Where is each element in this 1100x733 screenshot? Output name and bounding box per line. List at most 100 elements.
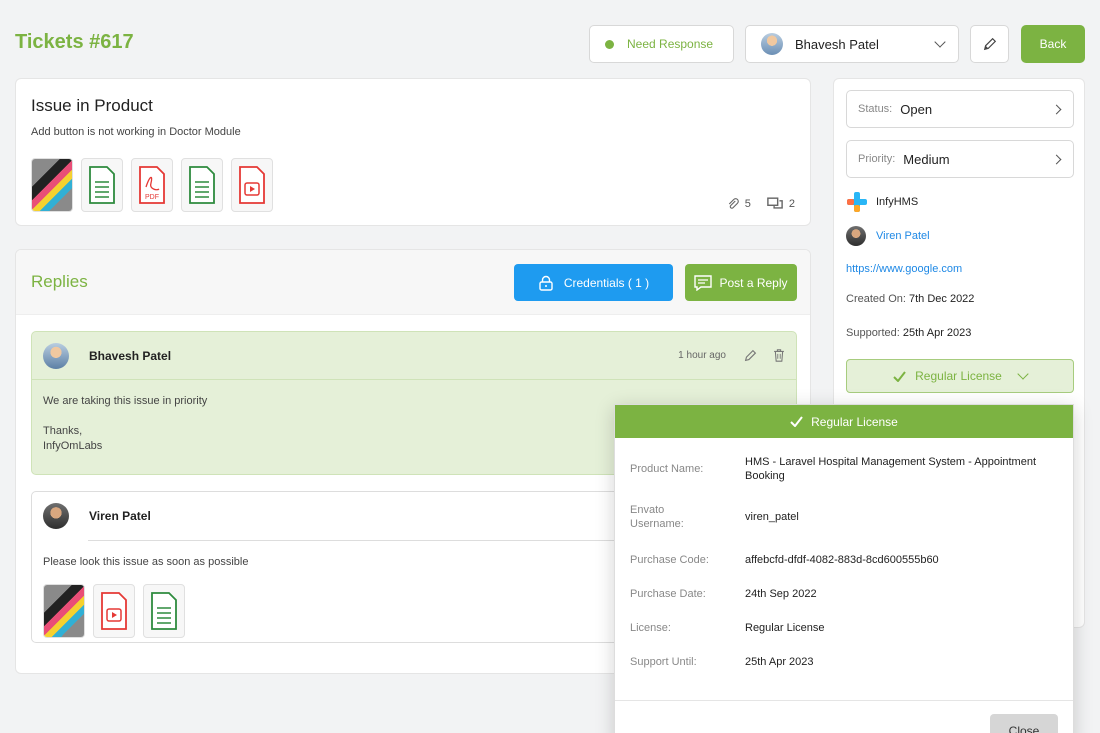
license-value: Regular License bbox=[745, 622, 825, 634]
created-label: Created On: bbox=[846, 293, 906, 305]
supported-label: Supported: bbox=[846, 327, 900, 339]
chevron-down-icon bbox=[1017, 368, 1029, 380]
status-label: Status: bbox=[858, 103, 893, 115]
page-title: Tickets #617 bbox=[15, 31, 134, 53]
avatar bbox=[846, 226, 866, 246]
close-button[interactable]: Close bbox=[990, 714, 1058, 733]
document-icon bbox=[151, 592, 177, 630]
attachment-count: 5 bbox=[744, 197, 751, 210]
attachment-video[interactable] bbox=[231, 158, 273, 212]
need-response-label: Need Response bbox=[627, 37, 714, 51]
license-value: affebcfd-dfdf-4082-883d-8cd600555b60 bbox=[745, 554, 939, 566]
license-value: viren_patel bbox=[745, 511, 799, 523]
post-reply-label: Post a Reply bbox=[719, 275, 788, 290]
license-popup-title: Regular License bbox=[811, 414, 898, 429]
credentials-button[interactable]: Credentials ( 1 ) bbox=[514, 264, 673, 301]
status-value: Open bbox=[900, 101, 933, 117]
license-key: Purchase Date: bbox=[630, 588, 706, 600]
license-key: Support Until: bbox=[630, 656, 697, 668]
priority-label: Priority: bbox=[858, 153, 896, 165]
attachment-image[interactable] bbox=[31, 158, 73, 212]
issue-counts: 5 2 bbox=[727, 197, 795, 210]
issue-title: Issue in Product bbox=[31, 96, 153, 115]
image-thumbnail bbox=[44, 585, 84, 637]
created-value: 7th Dec 2022 bbox=[908, 293, 975, 305]
replies-header: Replies Credentials ( 1 ) Post a Reply bbox=[16, 250, 810, 315]
paperclip-icon bbox=[728, 197, 739, 209]
avatar bbox=[43, 342, 69, 369]
license-value: 24th Sep 2022 bbox=[745, 588, 817, 600]
pdf-icon: PDF bbox=[139, 166, 165, 204]
chevron-right-icon bbox=[1051, 154, 1062, 164]
message-icon bbox=[694, 274, 713, 291]
product-line: InfyHMS bbox=[846, 191, 918, 213]
edit-ticket-button[interactable] bbox=[970, 25, 1009, 63]
divider bbox=[615, 700, 1073, 701]
attachment-doc[interactable] bbox=[181, 158, 223, 212]
reply-count: 2 bbox=[788, 197, 795, 210]
credentials-label: Credentials ( 1 ) bbox=[563, 275, 650, 290]
chevron-right-icon bbox=[1051, 104, 1062, 114]
license-popup-header: Regular License bbox=[615, 405, 1073, 438]
pencil-icon bbox=[983, 37, 996, 51]
issue-attachments: PDF bbox=[31, 158, 273, 212]
license-value: 25th Apr 2023 bbox=[745, 656, 814, 668]
lock-icon bbox=[539, 275, 553, 291]
video-file-icon bbox=[101, 592, 127, 630]
customer-link[interactable]: Viren Patel bbox=[876, 230, 930, 242]
website-link[interactable]: https://www.google.com bbox=[846, 263, 962, 275]
license-dropdown-button[interactable]: Regular License bbox=[846, 359, 1074, 393]
video-file-icon bbox=[239, 166, 265, 204]
status-dot-icon bbox=[605, 39, 614, 49]
priority-value: Medium bbox=[903, 151, 950, 167]
attachment-pdf[interactable]: PDF bbox=[131, 158, 173, 212]
issue-card: Issue in Product Add button is not worki… bbox=[15, 78, 811, 226]
need-response-button[interactable]: Need Response bbox=[589, 25, 734, 63]
license-button-label: Regular License bbox=[915, 369, 1002, 383]
product-name: InfyHMS bbox=[876, 196, 919, 208]
supported-line: Supported: 25th Apr 2023 bbox=[846, 327, 971, 339]
check-icon bbox=[790, 416, 803, 427]
avatar bbox=[43, 503, 69, 529]
chevron-down-icon bbox=[934, 36, 946, 48]
post-reply-button[interactable]: Post a Reply bbox=[685, 264, 797, 301]
supported-value: 25th Apr 2023 bbox=[902, 327, 972, 339]
license-row-purchase-date: Purchase Date: 24th Sep 2022 bbox=[630, 587, 1060, 601]
assignee-name: Bhavesh Patel bbox=[795, 36, 879, 52]
assignee-select[interactable]: Bhavesh Patel bbox=[745, 25, 959, 63]
reply-time: 1 hour ago bbox=[678, 350, 726, 361]
pdf-label: PDF bbox=[145, 194, 159, 201]
assignee-avatar bbox=[761, 33, 783, 55]
check-icon bbox=[893, 370, 906, 382]
comments-icon bbox=[767, 197, 783, 209]
license-row-username: Envato Username: viren_patel bbox=[630, 503, 1060, 531]
attachment-doc[interactable] bbox=[81, 158, 123, 212]
back-button[interactable]: Back bbox=[1021, 25, 1085, 63]
pencil-icon[interactable] bbox=[744, 349, 757, 362]
reply-header: Bhavesh Patel 1 hour ago bbox=[32, 332, 796, 380]
url-line: https://www.google.com bbox=[846, 263, 962, 275]
replies-title: Replies bbox=[31, 272, 88, 291]
license-popup: Regular License Product Name: HMS - Lara… bbox=[614, 404, 1074, 733]
issue-description: Add button is not working in Doctor Modu… bbox=[31, 126, 241, 138]
customer-line: Viren Patel bbox=[846, 226, 930, 246]
priority-select[interactable]: Priority: Medium bbox=[846, 140, 1074, 178]
attachment-image[interactable] bbox=[43, 584, 85, 638]
license-row-license: License: Regular License bbox=[630, 621, 1060, 635]
trash-icon[interactable] bbox=[773, 349, 785, 362]
license-value: HMS - Laravel Hospital Management System… bbox=[745, 456, 1037, 482]
license-row-purchase-code: Purchase Code: affebcfd-dfdf-4082-883d-8… bbox=[630, 553, 1060, 567]
status-select[interactable]: Status: Open bbox=[846, 90, 1074, 128]
license-row-product: Product Name: HMS - Laravel Hospital Man… bbox=[630, 455, 1060, 483]
license-key: Envato Username: bbox=[630, 504, 684, 530]
license-row-support-until: Support Until: 25th Apr 2023 bbox=[630, 655, 1060, 669]
created-line: Created On: 7th Dec 2022 bbox=[846, 293, 974, 305]
license-key: Purchase Code: bbox=[630, 554, 709, 566]
license-key: License: bbox=[630, 622, 671, 634]
document-icon bbox=[89, 166, 115, 204]
attachment-doc[interactable] bbox=[143, 584, 185, 638]
reply-author: Bhavesh Patel bbox=[89, 348, 172, 363]
image-thumbnail bbox=[32, 159, 72, 211]
product-logo-icon bbox=[847, 192, 867, 212]
attachment-video[interactable] bbox=[93, 584, 135, 638]
